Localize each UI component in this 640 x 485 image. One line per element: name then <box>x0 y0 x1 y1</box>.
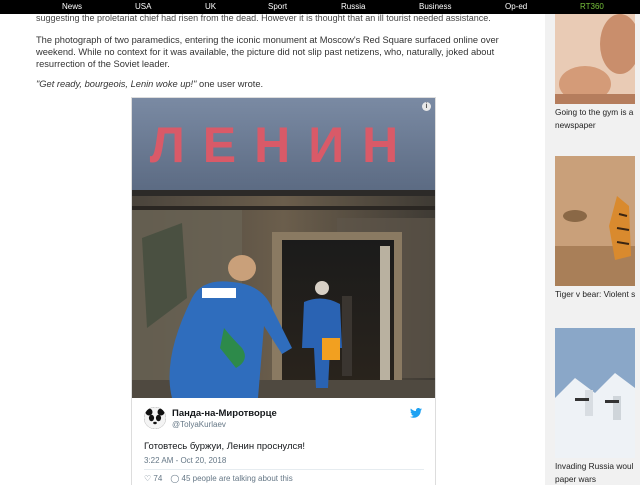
like-count: 74 <box>153 474 163 483</box>
embedded-tweet[interactable]: ЛЕНИН i Панда-на-Миротворце @TolyaKurlae… <box>131 97 436 485</box>
nav-rt360[interactable]: RT360 <box>580 2 604 11</box>
comment-icon[interactable]: ◯ <box>170 474 179 483</box>
article-paragraph: The photograph of two paramedics, enteri… <box>36 35 499 69</box>
people-talking: 45 people are talking about this <box>181 474 293 483</box>
card-caption-line2[interactable]: newspaper <box>555 120 635 130</box>
nav-usa[interactable]: USA <box>135 2 151 11</box>
gym-photo <box>555 14 635 104</box>
tweet-timestamp[interactable]: 3:22 AM - Oct 20, 2018 <box>144 456 226 465</box>
mausoleum-sign: ЛЕНИН <box>150 117 417 173</box>
twitter-bird-icon[interactable] <box>410 408 422 418</box>
quote-attribution: one user wrote. <box>196 79 264 89</box>
divider <box>144 469 424 470</box>
nav-news[interactable]: News <box>62 2 82 11</box>
nav-sport[interactable]: Sport <box>268 2 287 11</box>
tiger-photo <box>555 156 635 286</box>
avatar[interactable] <box>144 407 166 429</box>
card-thumbnail[interactable] <box>555 14 635 104</box>
tweet-text: Готовтесь буржуи, Ленин проснулся! <box>144 441 306 452</box>
card-caption[interactable]: Going to the gym is a <box>555 107 635 117</box>
tweet-author-name[interactable]: Панда-на-Миротворце <box>172 408 277 419</box>
nav-business[interactable]: Business <box>419 2 451 11</box>
info-icon[interactable]: i <box>422 102 431 111</box>
nav-op-ed[interactable]: Op-ed <box>505 2 527 11</box>
card-caption[interactable]: Tiger v bear: Violent s <box>555 289 635 299</box>
tweet-photo[interactable]: ЛЕНИН i <box>132 98 435 398</box>
card-caption-line2[interactable]: paper wars <box>555 474 635 484</box>
sidebar-card[interactable]: Going to the gym is a newspaper <box>555 14 635 130</box>
panda-avatar-icon <box>144 407 166 429</box>
card-caption[interactable]: Invading Russia woul <box>555 461 635 471</box>
quote-text: "Get ready, bourgeois, Lenin woke up!" <box>36 79 197 89</box>
card-thumbnail[interactable] <box>555 156 635 286</box>
nav-uk[interactable]: UK <box>205 2 216 11</box>
nav-russia[interactable]: Russia <box>341 2 365 11</box>
sidebar-card[interactable]: Invading Russia woul paper wars <box>555 328 635 484</box>
article-paragraph-cut: suggesting the proletariat chief had ris… <box>36 14 491 23</box>
like-count-group[interactable]: ♡ 74 <box>144 474 162 483</box>
card-thumbnail[interactable] <box>555 328 635 458</box>
tweet-author-handle[interactable]: @TolyaKurlaev <box>172 420 226 429</box>
heart-icon[interactable]: ♡ <box>144 474 151 483</box>
sidebar-card[interactable]: Tiger v bear: Violent s <box>555 156 635 299</box>
article-quote: "Get ready, bourgeois, Lenin woke up!" o… <box>36 78 506 90</box>
tweet-actions: ♡ 74 ◯ 45 people are talking about this <box>144 474 293 483</box>
top-nav: News USA UK Sport Russia Business Op-ed … <box>0 0 640 14</box>
snow-soldiers-photo <box>555 328 635 458</box>
mausoleum-photo: ЛЕНИН <box>132 98 435 398</box>
talking-group[interactable]: ◯ 45 people are talking about this <box>170 474 292 483</box>
